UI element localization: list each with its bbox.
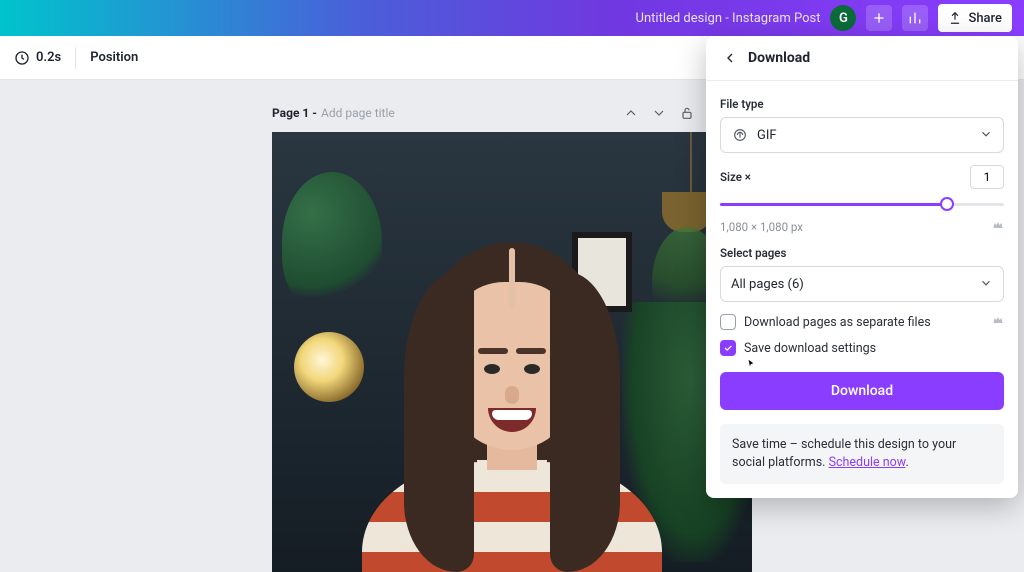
separate-files-row: Download pages as separate files [720, 314, 1004, 330]
clock-icon [14, 50, 30, 66]
slider-fill [720, 203, 947, 206]
canvas-lamp [294, 332, 364, 402]
chevron-down-icon [979, 127, 993, 144]
canvas-person [362, 242, 662, 572]
size-multiplier-input[interactable] [970, 165, 1004, 189]
size-slider[interactable] [720, 195, 1004, 213]
gif-icon [731, 126, 749, 144]
page-header: Page 1 - Add page title [272, 100, 752, 126]
select-pages-value: All pages (6) [731, 277, 804, 292]
schedule-now-link[interactable]: Schedule now [829, 455, 906, 470]
separate-files-label: Download pages as separate files [744, 315, 931, 330]
slider-thumb[interactable] [940, 197, 954, 211]
toolbar-separator [75, 47, 76, 69]
dimensions-readout: 1,080 × 1,080 px [720, 220, 803, 234]
canvas-hanging-pot [662, 192, 712, 232]
panel-back-button[interactable] [720, 48, 740, 68]
duration-control[interactable]: 0.2s [14, 50, 61, 66]
chevron-left-icon [722, 50, 738, 66]
panel-title: Download [748, 50, 810, 66]
file-type-label: File type [720, 97, 1004, 111]
design-title[interactable]: Untitled design - Instagram Post [636, 11, 821, 26]
chevron-up-icon [623, 105, 639, 121]
chevron-down-icon [979, 276, 993, 293]
pro-crown-icon [992, 219, 1004, 234]
page-number-label: Page 1 - [272, 106, 317, 120]
add-member-button[interactable] [866, 5, 892, 31]
lock-page-button[interactable] [678, 104, 696, 122]
select-pages-dropdown[interactable]: All pages (6) [720, 266, 1004, 302]
separate-files-checkbox[interactable] [720, 314, 736, 330]
insights-button[interactable] [902, 5, 928, 31]
canvas-page-1[interactable] [272, 132, 752, 572]
share-button-label: Share [968, 11, 1002, 26]
upload-icon [948, 11, 962, 25]
pro-crown-icon [992, 314, 1004, 330]
app-header: Untitled design - Instagram Post G Share [0, 0, 1024, 36]
save-settings-row: Save download settings [720, 340, 1004, 356]
duration-value: 0.2s [36, 50, 61, 65]
page-title-input[interactable]: Add page title [321, 106, 395, 120]
panel-header: Download [706, 36, 1018, 80]
panel-body: File type GIF Size × 1,080 × 1,080 px Se… [706, 81, 1018, 498]
save-settings-label: Save download settings [744, 341, 876, 356]
collapse-up-button[interactable] [622, 104, 640, 122]
schedule-tip: Save time – schedule this design to your… [720, 424, 1004, 484]
download-panel: Download File type GIF Size × 1,080 × 1,… [706, 36, 1018, 498]
position-button[interactable]: Position [90, 50, 138, 65]
page-container: Page 1 - Add page title [272, 100, 752, 572]
plus-icon [871, 10, 887, 26]
select-pages-label: Select pages [720, 246, 1004, 260]
file-type-select[interactable]: GIF [720, 117, 1004, 153]
size-label: Size × [720, 170, 751, 184]
chevron-down-icon [651, 105, 667, 121]
download-button[interactable]: Download [720, 372, 1004, 410]
share-button[interactable]: Share [938, 4, 1012, 32]
expand-down-button[interactable] [650, 104, 668, 122]
user-avatar[interactable]: G [830, 5, 856, 31]
bar-chart-icon [907, 10, 923, 26]
lock-open-icon [679, 105, 695, 121]
file-type-value: GIF [757, 128, 777, 143]
save-settings-checkbox[interactable] [720, 340, 736, 356]
